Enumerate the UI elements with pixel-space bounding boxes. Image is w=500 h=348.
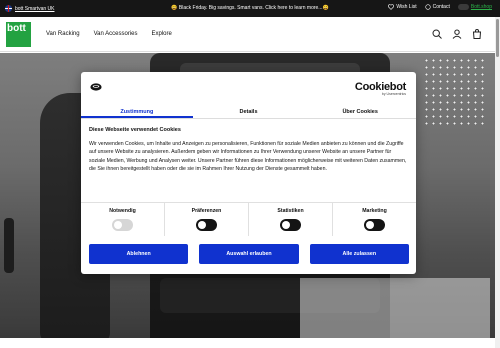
nav-explore[interactable]: Explore: [152, 31, 172, 37]
shop-link[interactable]: Bott.shop: [471, 4, 492, 10]
shop-switch[interactable]: Bott.shop: [457, 4, 492, 10]
nav-van-accessories[interactable]: Van Accessories: [94, 31, 138, 37]
cookiebot-logo-icon: [90, 83, 102, 91]
category-marketing: Marketing: [333, 203, 416, 236]
fire-extinguisher: [4, 218, 14, 273]
cookie-tabs: Zustimmung Details Über Cookies: [81, 104, 416, 119]
page-bottom: [0, 338, 495, 348]
cookie-title: Diese Webseite verwendet Cookies: [89, 127, 181, 133]
site-header: bott Van Racking Van Accessories Explore: [0, 17, 500, 52]
statistics-toggle[interactable]: [280, 219, 301, 231]
bott-logo[interactable]: bott: [6, 22, 31, 47]
preferences-label: Präferenzen: [191, 208, 222, 214]
wishlist-label: Wish List: [396, 4, 417, 10]
category-statistics: Statistiken: [249, 203, 333, 236]
category-preferences: Präferenzen: [165, 203, 249, 236]
cookie-categories: Notwendig Präferenzen Statistiken Market…: [81, 202, 416, 236]
scrollbar-thumb[interactable]: [496, 19, 499, 57]
allow-all-button[interactable]: Alle zulassen: [309, 244, 409, 264]
dot-pattern: [423, 57, 485, 127]
contact-link[interactable]: Contact: [425, 4, 450, 10]
tab-ueber-cookies[interactable]: Über Cookies: [304, 104, 416, 118]
heart-icon: [388, 4, 395, 10]
necessary-label: Notwendig: [109, 208, 136, 214]
cookie-description: Wir verwenden Cookies, um Inhalte und An…: [89, 141, 407, 173]
main-nav: Van Racking Van Accessories Explore: [46, 31, 172, 37]
marketing-label: Marketing: [362, 208, 387, 214]
shop-toggle[interactable]: [457, 4, 469, 10]
page-scrollbar[interactable]: [495, 17, 500, 348]
search-icon[interactable]: [432, 29, 442, 39]
reject-button[interactable]: Ablehnen: [89, 244, 189, 264]
necessary-toggle: [112, 219, 133, 231]
cart-icon[interactable]: [472, 29, 482, 39]
statistics-label: Statistiken: [277, 208, 304, 214]
preferences-toggle[interactable]: [196, 219, 217, 231]
chat-icon: [425, 4, 431, 10]
account-icon[interactable]: [452, 29, 462, 39]
contact-label: Contact: [432, 4, 450, 10]
allow-selection-button[interactable]: Auswahl erlauben: [199, 244, 299, 264]
announcement-bar: bott Smartvan UK 😄 Black Friday. Big sav…: [0, 0, 500, 17]
cookie-actions: Ablehnen Auswahl erlauben Alle zulassen: [89, 244, 409, 264]
cookiebot-brand: Cookiebot by Usercentrics: [355, 81, 406, 96]
wishlist-link[interactable]: Wish List: [388, 4, 417, 10]
tab-details[interactable]: Details: [193, 104, 305, 118]
tab-zustimmung[interactable]: Zustimmung: [81, 104, 193, 118]
category-necessary: Notwendig: [81, 203, 165, 236]
floor-light: [300, 278, 490, 338]
nav-van-racking[interactable]: Van Racking: [46, 31, 80, 37]
marketing-toggle[interactable]: [364, 219, 385, 231]
cookie-consent-dialog: Cookiebot by Usercentrics Zustimmung Det…: [81, 72, 416, 274]
